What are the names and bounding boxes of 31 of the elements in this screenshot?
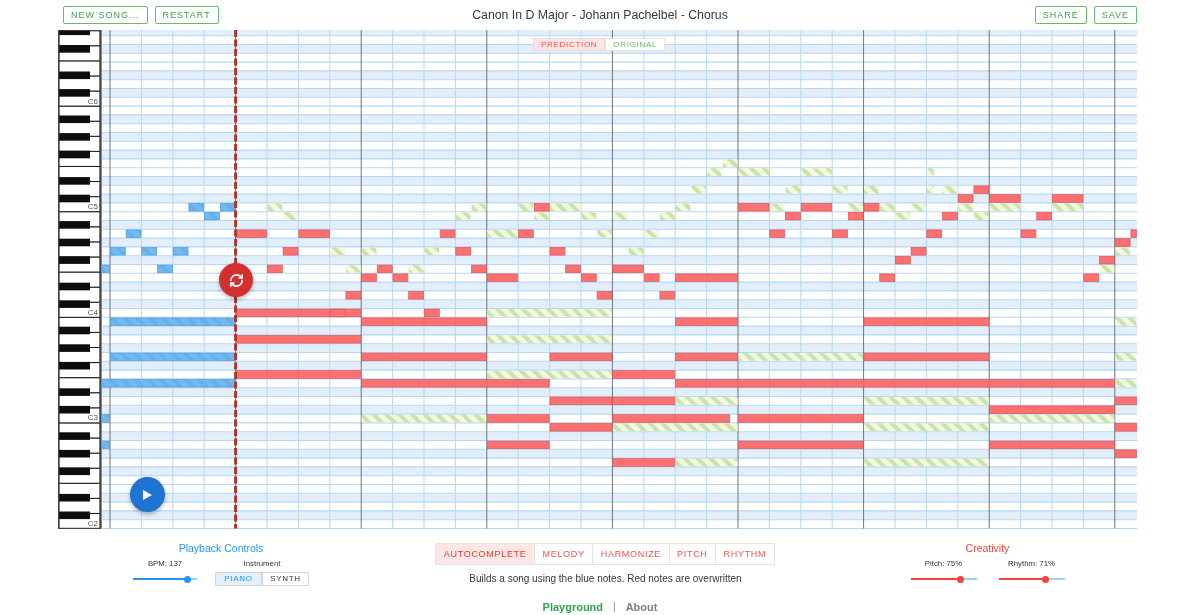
header-button[interactable]: NEW SONG... bbox=[63, 6, 148, 24]
refresh-icon bbox=[228, 272, 244, 288]
slider-thumb[interactable] bbox=[956, 575, 964, 583]
mode-tab[interactable]: RHYTHM bbox=[715, 543, 775, 565]
instrument-option[interactable]: SYNTH bbox=[262, 572, 309, 586]
panel-title: Playback Controls bbox=[178, 540, 264, 555]
nav-separator: | bbox=[613, 601, 616, 612]
play-icon bbox=[143, 489, 152, 500]
octave-label: C3 bbox=[87, 413, 98, 423]
song-title: Canon In D Major - Johann Pachelbel - Chorus bbox=[472, 8, 728, 22]
mode-tab[interactable]: PITCH bbox=[668, 543, 717, 565]
header-button[interactable]: RESTART bbox=[154, 6, 219, 24]
header-button[interactable]: SAVE bbox=[1093, 6, 1137, 24]
header-button[interactable]: SHARE bbox=[1034, 6, 1087, 24]
view-toggle-option[interactable]: PREDICTION bbox=[533, 38, 606, 51]
nav-link[interactable]: Playground bbox=[542, 600, 604, 613]
slider-thumb[interactable] bbox=[183, 575, 191, 583]
octave-label: C4 bbox=[87, 307, 98, 317]
nav-link[interactable]: About bbox=[625, 600, 658, 613]
slider-thumb[interactable] bbox=[1041, 575, 1049, 583]
octave-label: C6 bbox=[87, 96, 98, 106]
view-toggle-option[interactable]: ORIGINAL bbox=[605, 38, 666, 51]
octave-label: C5 bbox=[87, 202, 98, 212]
instrument-option[interactable]: PIANO bbox=[215, 572, 262, 586]
mode-tab[interactable]: HARMONIZE bbox=[592, 543, 670, 565]
panel-title: Creativity bbox=[965, 540, 1010, 555]
mode-tab[interactable]: MELODY bbox=[534, 543, 594, 565]
octave-label: C2 bbox=[87, 519, 98, 528]
playhead-line[interactable] bbox=[234, 30, 238, 529]
mode-tab[interactable]: AUTOCOMPLETE bbox=[435, 543, 535, 565]
mode-description: Builds a song using the blue notes. Red notes are overwritten bbox=[469, 572, 742, 586]
